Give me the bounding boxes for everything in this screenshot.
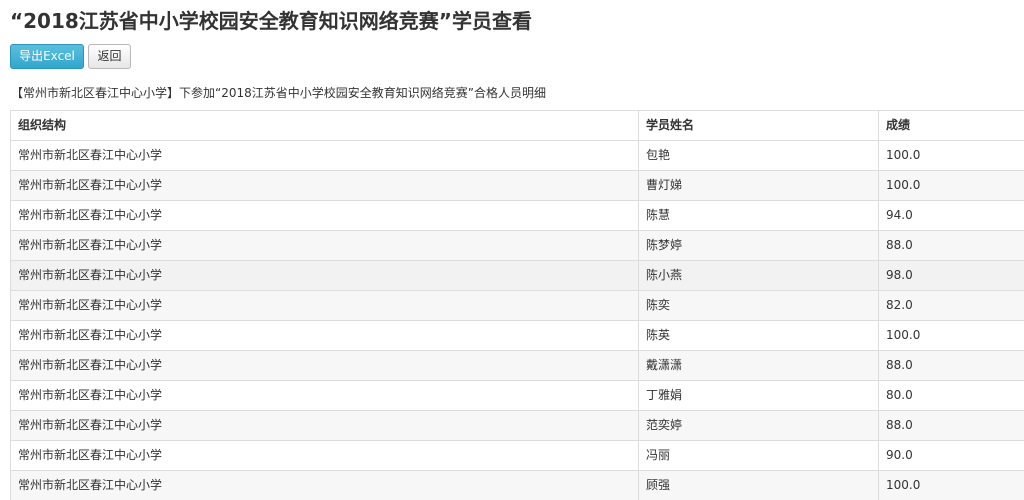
table-row: 常州市新北区春江中心小学 陈奕 82.0 — [11, 291, 1024, 321]
table-row: 常州市新北区春江中心小学 曹灯娣 100.0 — [11, 171, 1024, 201]
cell-score: 100.0 — [886, 148, 921, 162]
cell-organization: 常州市新北区春江中心小学 — [11, 261, 639, 290]
table-row: 常州市新北区春江中心小学 包艳 100.0 — [11, 141, 1024, 171]
page: “2018江苏省中小学校园安全教育知识网络竞赛”学员查看 导出Excel 返回 … — [0, 0, 1024, 500]
cell-score: 100.0 — [886, 478, 921, 492]
participants-table: 组织结构 学员姓名 成绩 常州市新北区春江中心小学 包艳 100.0 常州市新北… — [10, 110, 1024, 500]
cell-score: 100.0 — [886, 178, 921, 192]
page-title: “2018江苏省中小学校园安全教育知识网络竞赛”学员查看 — [10, 9, 532, 33]
cell-organization: 常州市新北区春江中心小学 — [11, 471, 639, 500]
table-row: 常州市新北区春江中心小学 陈慧 94.0 — [11, 201, 1024, 231]
table-row: 常州市新北区春江中心小学 陈英 100.0 — [11, 321, 1024, 351]
cell-score: 90.0 — [886, 448, 913, 462]
cell-student-name: 冯丽 — [639, 441, 879, 470]
cell-student-name: 陈小燕 — [639, 261, 879, 290]
cell-student-name: 陈慧 — [639, 201, 879, 230]
cell-organization: 常州市新北区春江中心小学 — [11, 321, 639, 350]
cell-score: 88.0 — [886, 238, 913, 252]
cell-score: 98.0 — [886, 268, 913, 282]
column-header-student-name[interactable]: 学员姓名 — [639, 111, 879, 140]
cell-student-name: 丁雅娟 — [639, 381, 879, 410]
cell-student-name: 顾强 — [639, 471, 879, 500]
table-row: 常州市新北区春江中心小学 冯丽 90.0 — [11, 441, 1024, 471]
cell-student-name: 陈梦婷 — [639, 231, 879, 260]
cell-student-name: 范奕婷 — [639, 411, 879, 440]
cell-score: 80.0 — [886, 388, 913, 402]
cell-organization: 常州市新北区春江中心小学 — [11, 291, 639, 320]
table-row: 常州市新北区春江中心小学 戴潇潇 88.0 — [11, 351, 1024, 381]
cell-score: 94.0 — [886, 208, 913, 222]
table-header-row: 组织结构 学员姓名 成绩 — [11, 111, 1024, 141]
cell-organization: 常州市新北区春江中心小学 — [11, 351, 639, 380]
cell-organization: 常州市新北区春江中心小学 — [11, 411, 639, 440]
column-header-organization[interactable]: 组织结构 — [11, 111, 639, 140]
table-row: 常州市新北区春江中心小学 丁雅娟 80.0 — [11, 381, 1024, 411]
cell-organization: 常州市新北区春江中心小学 — [11, 231, 639, 260]
cell-student-name: 陈英 — [639, 321, 879, 350]
cell-student-name: 包艳 — [639, 141, 879, 170]
cell-score: 100.0 — [886, 328, 921, 342]
table-row: 常州市新北区春江中心小学 范奕婷 88.0 — [11, 411, 1024, 441]
cell-score: 88.0 — [886, 418, 913, 432]
cell-student-name: 陈奕 — [639, 291, 879, 320]
export-excel-button[interactable]: 导出Excel — [10, 44, 84, 69]
back-button[interactable]: 返回 — [88, 44, 131, 69]
summary-text: 【常州市新北区春江中心小学】下参加“2018江苏省中小学校园安全教育知识网络竞赛… — [11, 86, 546, 100]
cell-organization: 常州市新北区春江中心小学 — [11, 381, 639, 410]
table-row: 常州市新北区春江中心小学 陈梦婷 88.0 — [11, 231, 1024, 261]
cell-score: 88.0 — [886, 358, 913, 372]
cell-organization: 常州市新北区春江中心小学 — [11, 441, 639, 470]
cell-organization: 常州市新北区春江中心小学 — [11, 201, 639, 230]
cell-organization: 常州市新北区春江中心小学 — [11, 141, 639, 170]
cell-organization: 常州市新北区春江中心小学 — [11, 171, 639, 200]
cell-score: 82.0 — [886, 298, 913, 312]
column-header-score[interactable]: 成绩 — [879, 111, 1024, 140]
table-row: 常州市新北区春江中心小学 顾强 100.0 — [11, 471, 1024, 500]
cell-student-name: 戴潇潇 — [639, 351, 879, 380]
table-row: 常州市新北区春江中心小学 陈小燕 98.0 — [11, 261, 1024, 291]
cell-student-name: 曹灯娣 — [639, 171, 879, 200]
